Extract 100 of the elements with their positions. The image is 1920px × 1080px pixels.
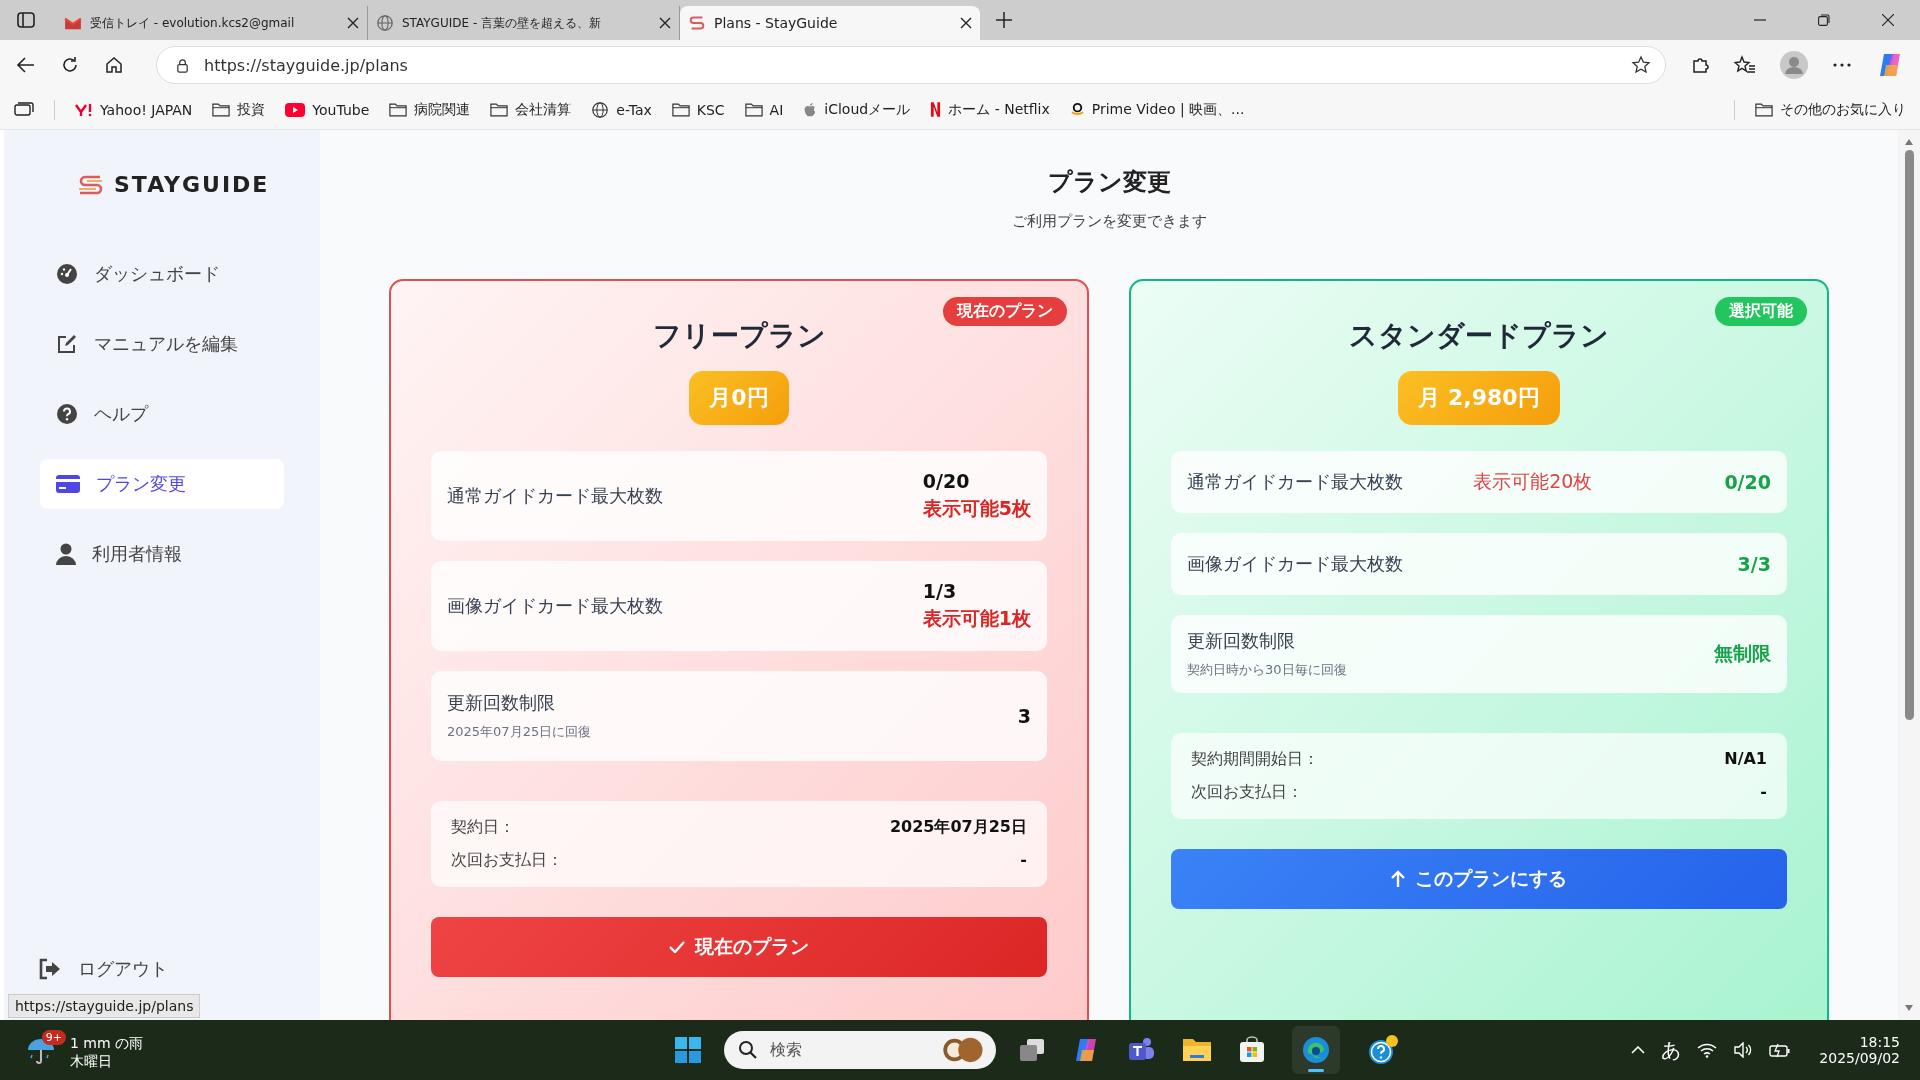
play-icon	[285, 102, 306, 117]
feature-label: 更新回数制限	[1187, 629, 1296, 653]
folder-icon[interactable]	[1182, 1037, 1213, 1063]
star-icon[interactable]	[1631, 55, 1651, 75]
weekday-text: 木曜日	[70, 1053, 113, 1071]
new-tab-icon[interactable]	[996, 12, 1012, 28]
folder-icon	[389, 102, 408, 117]
folder-icon	[490, 102, 509, 117]
bookmark[interactable]: e-Tax	[591, 100, 652, 119]
favorites-icon[interactable]	[1734, 55, 1756, 75]
feature-value: 0/20	[922, 470, 970, 492]
chevron-up-icon[interactable]	[1631, 1046, 1646, 1054]
contract-value: N/A1	[1724, 749, 1767, 770]
nav-item[interactable]: 利用者情報	[40, 529, 284, 579]
nav-item[interactable]: マニュアルを編集	[40, 319, 284, 369]
page-title: プラン変更	[1047, 167, 1171, 198]
store-icon[interactable]	[1238, 1036, 1267, 1064]
price-tag: 月 2,980円	[1398, 371, 1560, 425]
help-icon	[56, 403, 78, 425]
logout-link[interactable]: ログアウト	[34, 952, 284, 986]
wifi-icon[interactable]	[1697, 1042, 1718, 1058]
bookmark[interactable]: Yahoo! JAPAN	[75, 101, 193, 118]
collections-icon[interactable]	[14, 101, 34, 118]
nav-item[interactable]: プラン変更	[40, 459, 284, 509]
scroll-down-icon[interactable]	[1904, 1004, 1914, 1012]
select-plan-button[interactable]: このプランにする	[1171, 849, 1787, 909]
notification-badge: 9+	[41, 1030, 66, 1045]
edit-icon	[56, 333, 78, 355]
start-icon[interactable]	[674, 1036, 703, 1064]
logo-text: STAYGUIDE	[114, 172, 270, 197]
current-plan-button[interactable]: 現在のプラン	[431, 917, 1047, 977]
bookmark[interactable]: 会社清算	[490, 100, 572, 119]
puzzle-icon[interactable]	[1690, 55, 1710, 75]
task-view-icon[interactable]	[1018, 1036, 1047, 1064]
help-icon[interactable]	[1366, 1034, 1401, 1066]
feature-label: 画像ガイドカード最大枚数	[447, 594, 664, 618]
bookmark[interactable]: 投資	[212, 100, 266, 119]
scroll-up-icon[interactable]	[1904, 138, 1914, 146]
feature-value: 3/3	[1737, 553, 1771, 575]
feature-value: 1/3	[922, 580, 957, 602]
folder-icon	[744, 102, 763, 117]
weather-widget[interactable]: 9+ 1 mm の雨 木曜日	[20, 1027, 144, 1073]
feature-value: 無制限	[1714, 641, 1771, 666]
contract-label: 次回お支払日：	[1191, 782, 1303, 803]
y-icon	[75, 102, 93, 117]
check-icon	[669, 941, 685, 953]
contract-label: 契約期間開始日：	[1191, 749, 1319, 770]
clock[interactable]: 18:15 2025/09/02	[1819, 1034, 1900, 1066]
apple-icon	[803, 101, 818, 118]
feature-label: 通常ガイドカード最大枚数	[1187, 470, 1404, 494]
more-icon[interactable]	[1832, 62, 1852, 68]
browser-icon	[1301, 1035, 1332, 1065]
speaker-icon[interactable]	[1733, 1042, 1754, 1058]
restore-icon[interactable]	[1818, 14, 1830, 26]
close-icon[interactable]	[659, 17, 671, 29]
bookmark[interactable]: iCloudメール	[803, 100, 911, 119]
logout-icon	[38, 958, 62, 980]
folder-icon	[671, 102, 690, 117]
contract-label: 契約日：	[451, 817, 515, 838]
scrollbar[interactable]	[1898, 130, 1920, 1020]
feature-note: 2025年07月25日に回復	[447, 723, 593, 741]
search-field[interactable]: 検索	[724, 1031, 997, 1069]
ime-indicator[interactable]: あ	[1661, 1036, 1682, 1064]
scrollbar-thumb[interactable]	[1904, 150, 1914, 720]
bookmark[interactable]: Prime Video | 映画、...	[1069, 100, 1245, 119]
edge-taskbar-button[interactable]	[1292, 1026, 1341, 1074]
plan-badge: 選択可能	[1715, 297, 1807, 326]
feature-note: 契約日時から30日毎に回復	[1187, 661, 1348, 679]
close-icon[interactable]	[347, 17, 359, 29]
browser-tab[interactable]: Plans - StayGuide	[680, 6, 980, 40]
address-bar[interactable]: https://stayguide.jp/plans	[156, 46, 1666, 84]
contract-value: 2025年07月25日	[889, 817, 1027, 838]
refresh-icon[interactable]	[60, 55, 80, 75]
bookmark[interactable]: YouTube	[285, 101, 370, 118]
contract-value: -	[1760, 782, 1767, 803]
folder-icon	[1755, 102, 1773, 117]
bookmark[interactable]: KSC	[671, 101, 725, 118]
up-arrow-icon	[1391, 870, 1405, 888]
close-icon[interactable]	[1882, 14, 1894, 26]
back-icon[interactable]	[16, 55, 36, 75]
feature-label: 画像ガイドカード最大枚数	[1187, 552, 1404, 576]
bookmark[interactable]: 病院関連	[389, 100, 471, 119]
price-tag: 月0円	[689, 371, 789, 425]
feature-label: 通常ガイドカード最大枚数	[447, 484, 664, 508]
bookmark[interactable]: ホーム - Netflix	[930, 100, 1050, 119]
home-icon[interactable]	[104, 55, 124, 75]
tab-actions-icon[interactable]	[16, 10, 36, 30]
bookmark[interactable]: その他のお気に入り	[1755, 100, 1906, 119]
battery-icon[interactable]	[1769, 1042, 1792, 1058]
smile-icon	[1069, 102, 1085, 117]
logo-icon	[688, 14, 706, 32]
plan-name: スタンダードプラン	[1349, 318, 1609, 354]
close-icon[interactable]	[960, 17, 972, 29]
profile-icon[interactable]	[1780, 51, 1808, 79]
nav-item[interactable]: ヘルプ	[40, 389, 284, 439]
contract-label: 次回お支払日：	[451, 850, 563, 871]
nav-item[interactable]: ダッシュボード	[40, 249, 284, 299]
bookmark[interactable]: AI	[744, 101, 784, 118]
status-url-tooltip: https://stayguide.jp/plans	[8, 994, 201, 1018]
feature-value: 3	[1017, 705, 1031, 727]
